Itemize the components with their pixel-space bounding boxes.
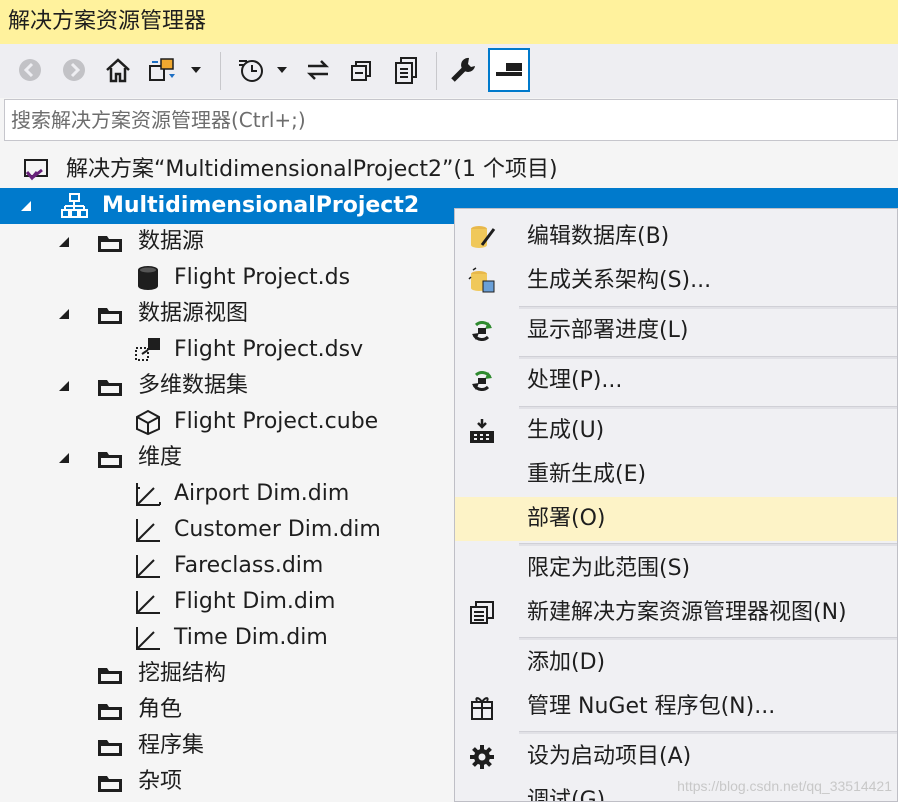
menu-item-deploy[interactable]: 部署(O): [455, 497, 897, 541]
folder-icon: [96, 228, 124, 256]
menu-item-new-explorer-view[interactable]: 新建解决方案资源管理器视图(N): [455, 591, 897, 635]
pending-changes-button[interactable]: [232, 50, 268, 90]
switch-views-icon: [149, 58, 175, 81]
folder-label: 挖掘结构: [138, 661, 227, 686]
back-arrow-icon: [19, 59, 41, 81]
show-all-files-button[interactable]: [388, 50, 424, 90]
watermark: https://blog.csdn.net/qq_33514421: [677, 778, 892, 794]
collapse-arrow-icon[interactable]: [18, 188, 34, 224]
properties-button[interactable]: [446, 50, 482, 90]
forward-button[interactable]: [56, 50, 92, 90]
menu-item-build[interactable]: 生成(U): [455, 409, 897, 453]
menu-item-rebuild[interactable]: 重新生成(E): [455, 453, 897, 497]
tree-row-solution[interactable]: 解决方案“MultidimensionalProject2”(1 个项目): [0, 152, 898, 188]
cube-icon: [134, 408, 162, 436]
nuget-package-icon: [467, 693, 497, 721]
dropdown-arrow-icon[interactable]: [184, 50, 208, 90]
folder-label: 维度: [138, 445, 183, 470]
collapse-arrow-icon[interactable]: [56, 368, 72, 404]
menu-item-show-deploy-progress[interactable]: 显示部署进度(L): [455, 309, 897, 353]
gear-icon: [467, 743, 497, 771]
database-icon: [134, 264, 162, 292]
collapse-arrow-icon[interactable]: [56, 224, 72, 260]
collapse-icon: [351, 61, 371, 81]
window-title: 解决方案资源管理器: [0, 0, 898, 44]
menu-item-edit-database[interactable]: 编辑数据库(B): [455, 215, 897, 259]
project-icon: [60, 192, 88, 220]
file-label: Flight Dim.dim: [174, 589, 336, 614]
process-arrows-icon: [467, 367, 497, 395]
menu-item-add[interactable]: 添加(D): [455, 641, 897, 685]
context-menu: 编辑数据库(B) 生成关系架构(S)... 显示部署进度(L) 处理(P)...…: [454, 208, 898, 802]
generate-schema-icon: [467, 267, 497, 295]
folder-icon: [96, 300, 124, 328]
folder-icon: [96, 768, 124, 796]
menu-item-set-startup[interactable]: 设为启动项目(A): [455, 735, 897, 779]
home-button[interactable]: [100, 50, 136, 90]
new-view-icon: [467, 599, 497, 627]
dimension-icon: [134, 516, 162, 544]
file-label: Time Dim.dim: [174, 625, 328, 650]
home-icon: [106, 58, 130, 83]
project-label: MultidimensionalProject2: [102, 193, 420, 218]
folder-icon: [96, 732, 124, 760]
dimension-icon: [134, 480, 162, 508]
dimension-icon: [134, 624, 162, 652]
dropdown-arrow-icon-2[interactable]: [270, 50, 294, 90]
forward-arrow-icon: [63, 59, 85, 81]
sync-arrows-icon: [306, 60, 330, 80]
file-label: Customer Dim.dim: [174, 517, 381, 542]
wrench-icon: [451, 57, 475, 82]
file-label: Airport Dim.dim: [174, 481, 350, 506]
menu-item-scope-to-this[interactable]: 限定为此范围(S): [455, 547, 897, 591]
collapse-all-button[interactable]: [344, 50, 380, 90]
menu-item-manage-nuget[interactable]: 管理 NuGet 程序包(N)...: [455, 685, 897, 729]
menu-item-generate-schema[interactable]: 生成关系架构(S)...: [455, 259, 897, 303]
collapse-arrow-icon[interactable]: [56, 440, 72, 476]
refresh-arrows-icon: [467, 317, 497, 345]
preview-icon: [496, 63, 522, 76]
folder-icon: [96, 660, 124, 688]
files-icon: [395, 57, 417, 84]
file-label: Flight Project.cube: [174, 409, 379, 434]
sync-button[interactable]: [300, 50, 336, 90]
dsv-icon: [134, 336, 162, 364]
folder-label: 多维数据集: [138, 373, 249, 398]
file-label: Fareclass.dim: [174, 553, 324, 578]
dimension-icon: [134, 588, 162, 616]
solution-label: 解决方案“MultidimensionalProject2”(1 个项目): [66, 157, 558, 182]
folder-icon: [96, 444, 124, 472]
collapse-arrow-icon[interactable]: [56, 296, 72, 332]
file-label: Flight Project.ds: [174, 265, 351, 290]
folder-label: 程序集: [138, 733, 205, 758]
sync-view-button[interactable]: [146, 50, 182, 90]
folder-label: 角色: [138, 697, 183, 722]
clock-icon: [239, 60, 263, 82]
folder-label: 杂项: [138, 769, 183, 794]
build-icon: [467, 417, 497, 445]
folder-label: 数据源视图: [138, 301, 249, 326]
menu-item-process[interactable]: 处理(P)...: [455, 359, 897, 403]
toolbar: [0, 44, 898, 98]
folder-icon: [96, 696, 124, 724]
solution-icon: [22, 156, 50, 184]
search-input[interactable]: 搜索解决方案资源管理器(Ctrl+;): [4, 99, 898, 141]
back-button[interactable]: [12, 50, 48, 90]
edit-database-icon: [467, 223, 497, 251]
preview-toggle-button[interactable]: [488, 48, 530, 92]
file-label: Flight Project.dsv: [174, 337, 364, 362]
folder-icon: [96, 372, 124, 400]
dimension-icon: [134, 552, 162, 580]
folder-label: 数据源: [138, 229, 205, 254]
